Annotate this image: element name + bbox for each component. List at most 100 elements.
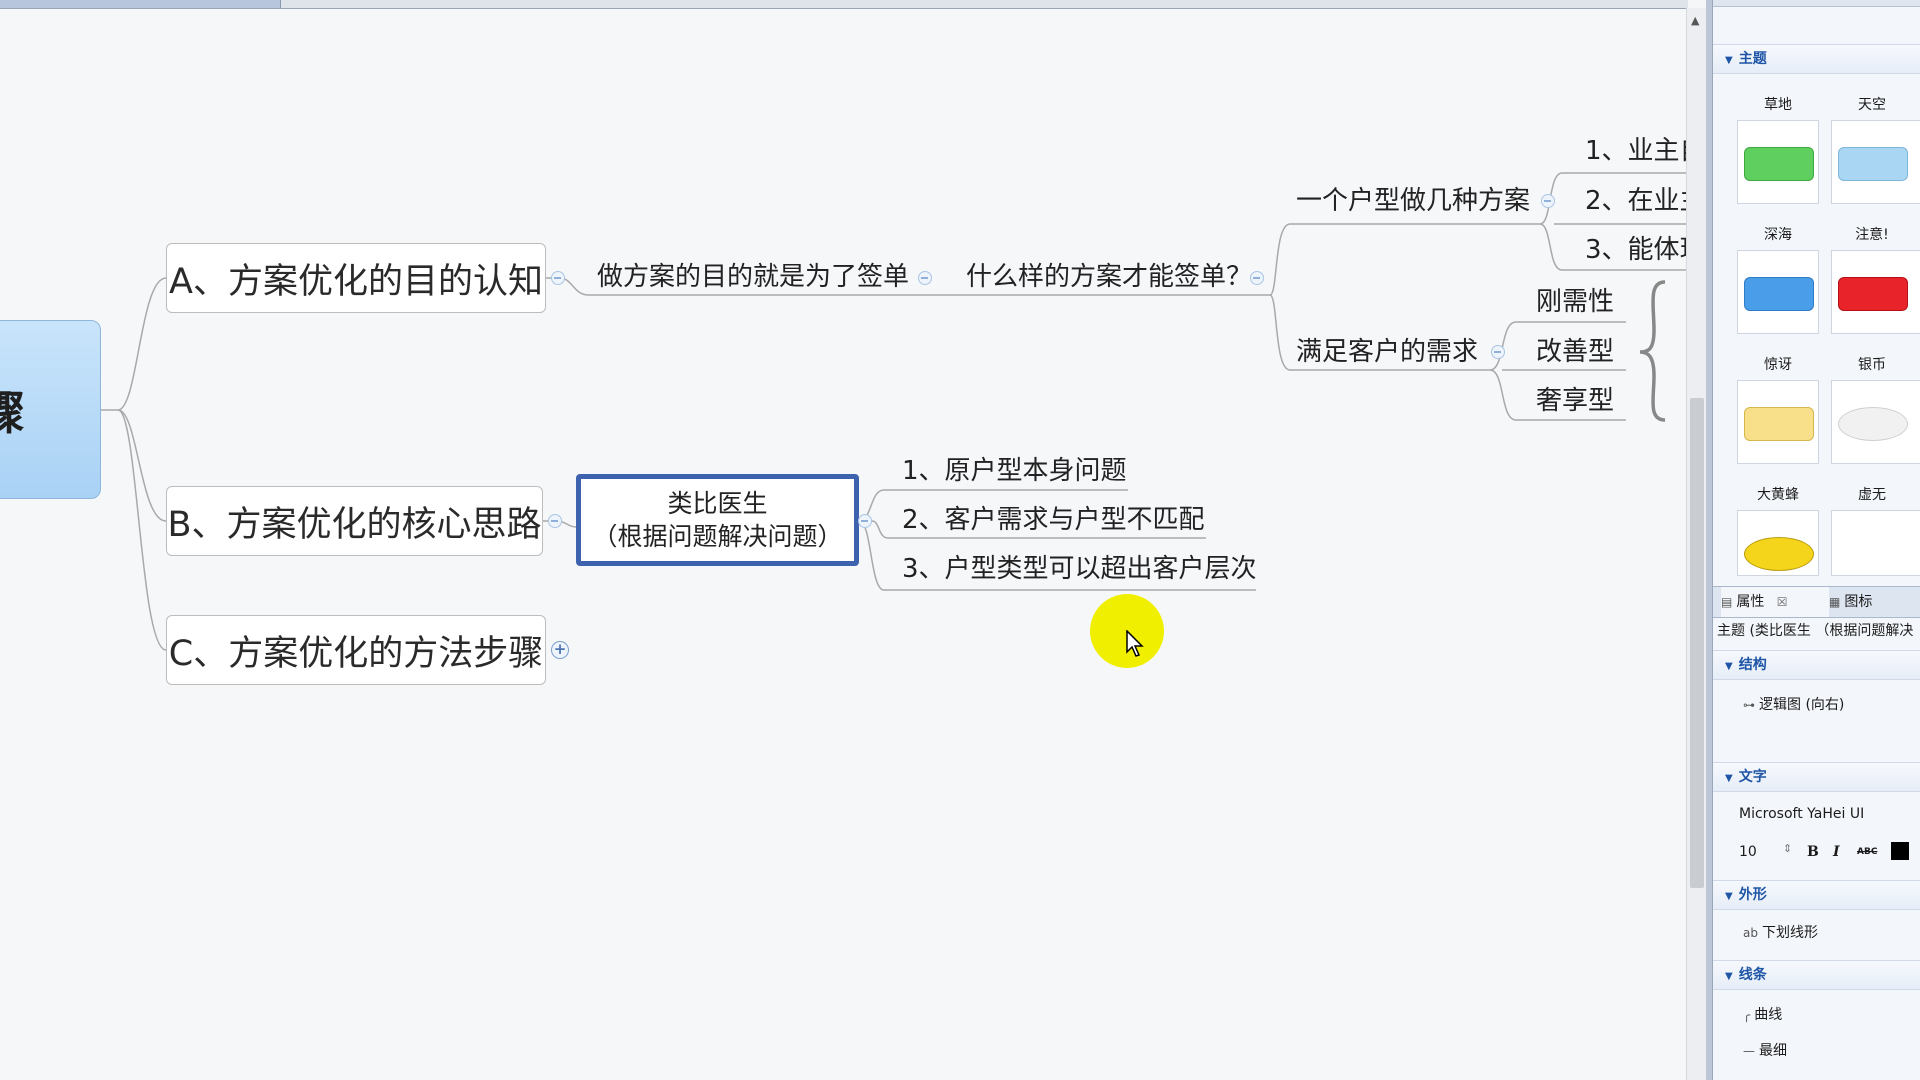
branch-b-label: B、方案优化的核心思路 <box>167 504 542 545</box>
theme-card-surprise[interactable] <box>1737 380 1819 464</box>
curve-icon: ╭ <box>1743 1008 1751 1022</box>
structure-selector[interactable]: ⊶ 逻辑图 (向右) <box>1743 694 1844 714</box>
theme-section-header[interactable]: ▼ 主题 <box>1713 44 1920 74</box>
line-style-value: 曲线 <box>1754 1007 1783 1023</box>
analysis-item[interactable]: 1、原户型本身问题 <box>902 454 1127 488</box>
theme-card-deep-sea[interactable] <box>1737 250 1819 334</box>
topic-question[interactable]: 什么样的方案才能签单？ <box>966 260 1252 294</box>
topic-goal[interactable]: 做方案的目的就是为了签单 <box>597 260 909 294</box>
plan-item[interactable]: 1、业主自 <box>1585 134 1688 168</box>
line-section-header[interactable]: ▼ 线条 <box>1713 960 1920 990</box>
theme-swatch <box>1744 277 1814 311</box>
theme-card-attention[interactable] <box>1831 250 1920 334</box>
need-item[interactable]: 刚需性 <box>1536 285 1614 319</box>
font-family-selector[interactable]: Microsoft YaHei UI <box>1739 806 1864 822</box>
need-item[interactable]: 改善型 <box>1536 335 1614 369</box>
structure-section-header[interactable]: ▼ 结构 <box>1713 650 1920 680</box>
mindmap-canvas[interactable]: 步骤 A、方案优化的目的认知 B、方案优化的核心思路 C、方案优化的方法步骤 +… <box>0 0 1688 1080</box>
strikethrough-button[interactable]: ABC <box>1857 847 1877 857</box>
structure-section-title: 结构 <box>1738 657 1767 673</box>
collapse-icon[interactable] <box>551 271 565 285</box>
tab-properties-label: 属性 <box>1736 594 1765 610</box>
underline-shape-icon: ab <box>1743 926 1758 940</box>
panel-top-toolbar <box>1713 0 1920 7</box>
line-section-title: 线条 <box>1738 967 1767 983</box>
tab-icons-label: 图标 <box>1844 594 1873 610</box>
line-style-selector[interactable]: ╭ 曲线 <box>1743 1004 1782 1024</box>
properties-panel: ▼ 主题 草地 天空 深海 注意! 惊讶 银币 大黄蜂 虚无 ▤ 属性 ☒ ▦ 图标 … <box>1712 0 1920 1080</box>
theme-section-title: 主题 <box>1738 51 1767 67</box>
panel-tab-bar: ▤ 属性 ☒ ▦ 图标 <box>1713 586 1920 618</box>
bold-button[interactable]: B <box>1807 844 1819 860</box>
theme-swatch <box>1744 407 1814 441</box>
collapse-triangle-icon: ▼ <box>1725 891 1733 902</box>
plan-item[interactable]: 3、能体现 <box>1585 233 1688 267</box>
collapse-icon[interactable] <box>1250 271 1264 285</box>
theme-name: 草地 <box>1764 97 1792 113</box>
branch-a[interactable]: A、方案优化的目的认知 <box>166 243 546 313</box>
shape-selector[interactable]: ab 下划线形 <box>1743 922 1818 942</box>
theme-name: 大黄蜂 <box>1757 487 1799 503</box>
theme-swatch <box>1838 147 1908 181</box>
analysis-item[interactable]: 3、户型类型可以超出客户层次 <box>902 552 1257 586</box>
expand-icon[interactable]: + <box>551 641 569 659</box>
central-topic[interactable]: 步骤 <box>0 320 101 499</box>
italic-button[interactable]: I <box>1833 844 1840 860</box>
theme-name: 银币 <box>1858 357 1886 373</box>
plan-item[interactable]: 2、在业主 <box>1585 184 1688 218</box>
theme-card-grassland[interactable] <box>1737 120 1819 204</box>
line-width-value: 最细 <box>1759 1043 1787 1059</box>
mouse-cursor-icon <box>1126 630 1144 657</box>
theme-swatch <box>1744 537 1814 571</box>
icons-tab-icon: ▦ <box>1829 595 1841 609</box>
line-width-selector[interactable]: — 最细 <box>1743 1040 1787 1060</box>
theme-card-silver[interactable] <box>1831 380 1920 464</box>
logic-chart-icon: ⊶ <box>1743 698 1755 712</box>
collapse-icon[interactable] <box>1491 345 1505 359</box>
topic-title-line: 主题 (类比医生 （根据问题解决 <box>1717 623 1914 639</box>
collapse-icon[interactable] <box>548 514 562 528</box>
shape-section-title: 外形 <box>1738 887 1767 903</box>
text-section-header[interactable]: ▼ 文字 <box>1713 762 1920 792</box>
shape-section-header[interactable]: ▼ 外形 <box>1713 880 1920 910</box>
line-width-icon: — <box>1743 1044 1755 1058</box>
selected-topic-line2: （根据问题解决问题） <box>592 522 843 551</box>
analysis-item[interactable]: 2、客户需求与户型不匹配 <box>902 503 1205 537</box>
structure-value: 逻辑图 (向右) <box>1759 697 1845 713</box>
theme-swatch <box>1838 407 1908 441</box>
scroll-up-icon[interactable]: ▲ <box>1691 14 1699 27</box>
scrollbar-thumb[interactable] <box>1690 398 1704 888</box>
branch-a-label: A、方案优化的目的认知 <box>169 261 543 302</box>
collapse-triangle-icon: ▼ <box>1725 971 1733 982</box>
topic-plans[interactable]: 一个户型做几种方案 <box>1296 184 1530 218</box>
theme-name: 惊讶 <box>1764 357 1792 373</box>
tab-icons[interactable]: ▦ 图标 <box>1829 587 1915 617</box>
font-size-stepper-icon[interactable]: ⇕ <box>1783 842 1792 855</box>
brace-icon <box>1639 280 1666 422</box>
shape-value: 下划线形 <box>1761 925 1818 941</box>
theme-card-void[interactable] <box>1831 510 1920 576</box>
branch-c[interactable]: C、方案优化的方法步骤 <box>166 615 546 685</box>
collapse-icon[interactable] <box>858 514 872 528</box>
text-section-title: 文字 <box>1738 769 1767 785</box>
branch-b[interactable]: B、方案优化的核心思路 <box>166 486 543 556</box>
theme-card-bumblebee[interactable] <box>1737 510 1819 576</box>
theme-swatch <box>1744 147 1814 181</box>
collapse-icon[interactable] <box>1541 194 1555 208</box>
need-item[interactable]: 奢享型 <box>1536 384 1614 418</box>
collapse-triangle-icon: ▼ <box>1725 661 1733 672</box>
theme-swatch <box>1838 277 1908 311</box>
tab-properties[interactable]: ▤ 属性 ☒ <box>1721 587 1829 617</box>
collapse-triangle-icon: ▼ <box>1725 773 1733 784</box>
theme-card-sky[interactable] <box>1831 120 1920 204</box>
theme-name: 天空 <box>1858 97 1886 113</box>
branch-c-label: C、方案优化的方法步骤 <box>168 633 544 674</box>
topic-needs[interactable]: 满足客户的需求 <box>1296 335 1478 369</box>
selected-topic[interactable]: 类比医生 （根据问题解决问题） <box>576 474 859 566</box>
close-icon[interactable]: ☒ <box>1777 595 1788 609</box>
collapse-triangle-icon: ▼ <box>1725 55 1733 66</box>
text-color-swatch[interactable] <box>1891 842 1909 860</box>
collapse-icon[interactable] <box>918 271 932 285</box>
font-size-field[interactable]: 10 <box>1739 844 1757 860</box>
vertical-scrollbar[interactable]: ▲ <box>1686 8 1707 1080</box>
